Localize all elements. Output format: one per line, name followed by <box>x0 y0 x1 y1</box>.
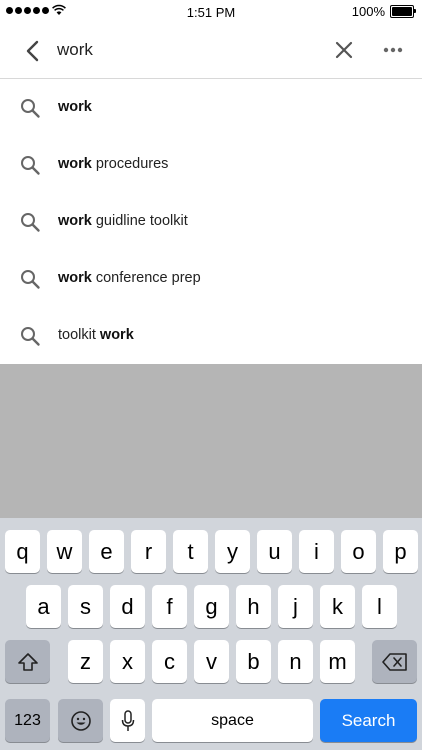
chevron-left-icon[interactable] <box>18 36 48 66</box>
shift-icon <box>17 652 38 671</box>
battery-icon <box>390 5 416 18</box>
search-input[interactable] <box>57 35 317 65</box>
suggestion-item[interactable]: work procedures <box>0 136 422 193</box>
key-e[interactable]: e <box>89 530 124 573</box>
key-p[interactable]: p <box>383 530 418 573</box>
key-h[interactable]: h <box>236 585 271 628</box>
search-icon <box>21 327 40 346</box>
key-x[interactable]: x <box>110 640 145 683</box>
microphone-icon <box>121 709 134 731</box>
search-icon <box>21 99 40 118</box>
keyboard: q w e r t y u i o p a s d f g h j k l z … <box>0 518 422 750</box>
key-g[interactable]: g <box>194 585 229 628</box>
key-i[interactable]: i <box>299 530 334 573</box>
shift-key[interactable] <box>5 640 50 683</box>
key-f[interactable]: f <box>152 585 187 628</box>
key-m[interactable]: m <box>320 640 355 683</box>
search-key[interactable]: Search <box>320 699 417 742</box>
suggestion-text: work procedures <box>58 156 169 172</box>
space-key[interactable]: space <box>152 699 313 742</box>
numbers-key[interactable]: 123 <box>5 699 50 742</box>
suggestion-text: work <box>58 99 92 115</box>
key-v[interactable]: v <box>194 640 229 683</box>
battery-percentage: 100% <box>351 4 385 19</box>
key-z[interactable]: z <box>68 640 103 683</box>
key-y[interactable]: y <box>215 530 250 573</box>
key-b[interactable]: b <box>236 640 271 683</box>
emoji-icon <box>70 710 91 731</box>
key-k[interactable]: k <box>320 585 355 628</box>
key-l[interactable]: l <box>362 585 397 628</box>
search-icon <box>21 270 40 289</box>
backspace-icon <box>381 652 407 671</box>
close-icon[interactable] <box>331 37 357 63</box>
suggestion-text: work guidline toolkit <box>58 213 188 229</box>
more-horizontal-icon[interactable] <box>380 37 406 63</box>
suggestion-item[interactable]: work conference prep <box>0 250 422 307</box>
suggestion-item[interactable]: toolkit work <box>0 307 422 364</box>
dictation-key[interactable] <box>110 699 145 742</box>
emoji-key[interactable] <box>58 699 103 742</box>
status-bar: 1:51 PM 100% <box>0 0 422 24</box>
key-a[interactable]: a <box>26 585 61 628</box>
key-t[interactable]: t <box>173 530 208 573</box>
suggestion-text: toolkit work <box>58 327 134 343</box>
backspace-key[interactable] <box>372 640 417 683</box>
key-d[interactable]: d <box>110 585 145 628</box>
suggestion-item[interactable]: work guidline toolkit <box>0 193 422 250</box>
search-header <box>0 24 422 79</box>
key-o[interactable]: o <box>341 530 376 573</box>
key-q[interactable]: q <box>5 530 40 573</box>
search-icon <box>21 213 40 232</box>
key-u[interactable]: u <box>257 530 292 573</box>
key-n[interactable]: n <box>278 640 313 683</box>
key-r[interactable]: r <box>131 530 166 573</box>
key-w[interactable]: w <box>47 530 82 573</box>
key-c[interactable]: c <box>152 640 187 683</box>
key-s[interactable]: s <box>68 585 103 628</box>
suggestion-list: work work procedures work guidline toolk… <box>0 79 422 364</box>
search-icon <box>21 156 40 175</box>
suggestion-item[interactable]: work <box>0 79 422 136</box>
suggestion-text: work conference prep <box>58 270 201 286</box>
dimmed-overlay[interactable] <box>0 364 422 518</box>
battery-indicator: 100% <box>351 4 416 19</box>
key-j[interactable]: j <box>278 585 313 628</box>
